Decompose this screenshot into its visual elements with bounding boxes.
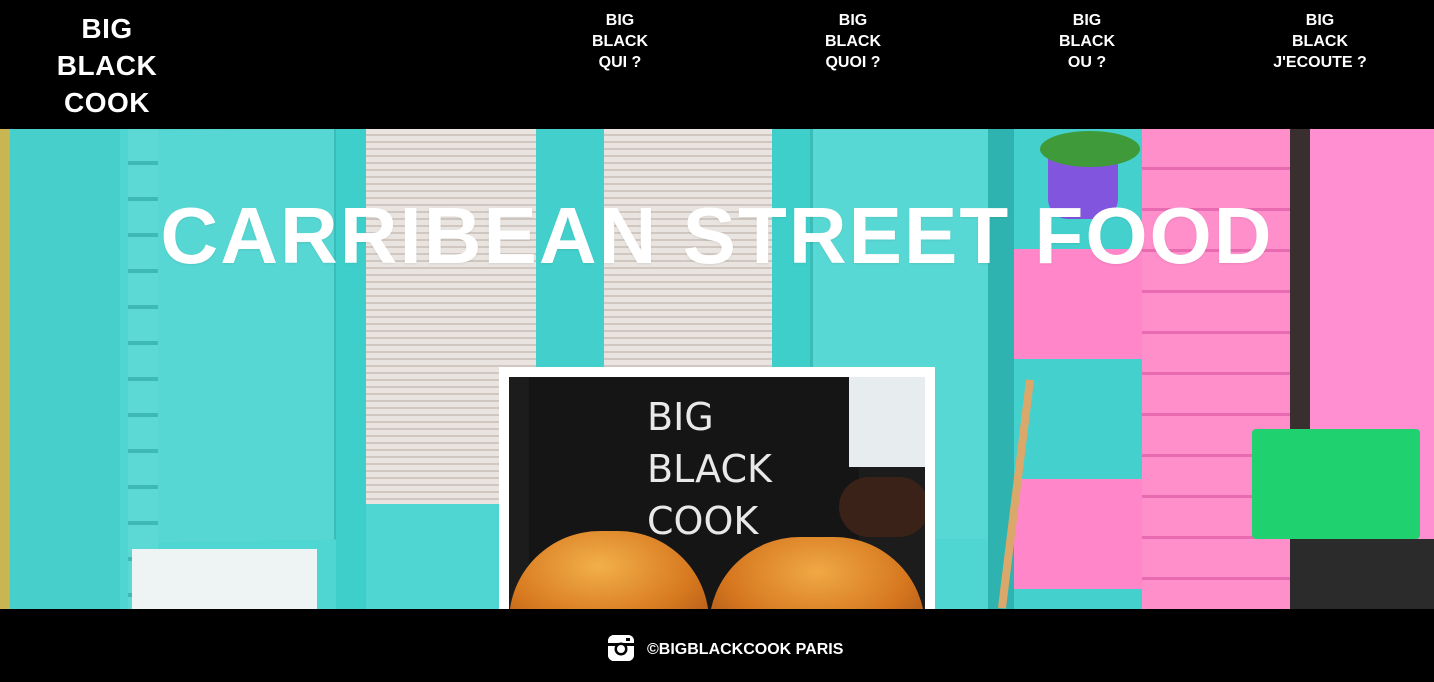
nav-label-line: BLACK: [1292, 33, 1348, 50]
nav-item-jecoute[interactable]: BIG BLACK J'ECOUTE ?: [1260, 10, 1380, 73]
nav-label-line: J'ECOUTE ?: [1273, 54, 1367, 71]
hero-title: CARRIBEAN STREET FOOD: [160, 191, 1274, 280]
nav-label-line: BIG: [1072, 12, 1102, 29]
nav-label-line: OU ?: [1067, 54, 1107, 71]
nav-label-line: QUI ?: [598, 54, 642, 71]
nav-label-line: QUOI ?: [825, 54, 881, 71]
logo-line: BLACK: [56, 50, 158, 81]
nav-label-line: BIG: [605, 12, 635, 29]
logo-line: COOK: [64, 87, 150, 118]
nav-label-line: BLACK: [1059, 33, 1115, 50]
nav-item-ou[interactable]: BIG BLACK OU ?: [1027, 10, 1147, 73]
featured-photo-frame: BIG BLACK COOK: [499, 367, 935, 609]
nav-label-line: BIG: [1305, 12, 1335, 29]
copyright-text: ©BIGBLACKCOOK PARIS: [647, 641, 844, 658]
instagram-icon[interactable]: [608, 635, 634, 661]
logo-line: BIG: [81, 13, 133, 44]
nav-item-qui[interactable]: BIG BLACK QUI ?: [560, 10, 680, 73]
site-footer: ©BIGBLACKCOOK PARIS: [0, 609, 1434, 682]
site-logo[interactable]: BIG BLACK COOK: [38, 10, 176, 121]
hero-banner: CARRIBEAN STREET FOOD BIG BLACK COOK: [0, 129, 1434, 609]
shirt-line: COOK: [647, 499, 759, 543]
nav-label-line: BLACK: [825, 33, 881, 50]
nav-item-quoi[interactable]: BIG BLACK QUOI ?: [793, 10, 913, 73]
nav-label-line: BIG: [838, 12, 868, 29]
chef-burger-photo[interactable]: BIG BLACK COOK: [509, 377, 925, 609]
shirt-line: BLACK: [647, 447, 772, 491]
site-header: BIG BLACK COOK BIG BLACK QUI ? BIG BLACK…: [0, 0, 1434, 129]
shirt-line: BIG: [647, 395, 714, 439]
nav-label-line: BLACK: [592, 33, 648, 50]
shirt-print: BIG BLACK COOK: [647, 391, 787, 547]
